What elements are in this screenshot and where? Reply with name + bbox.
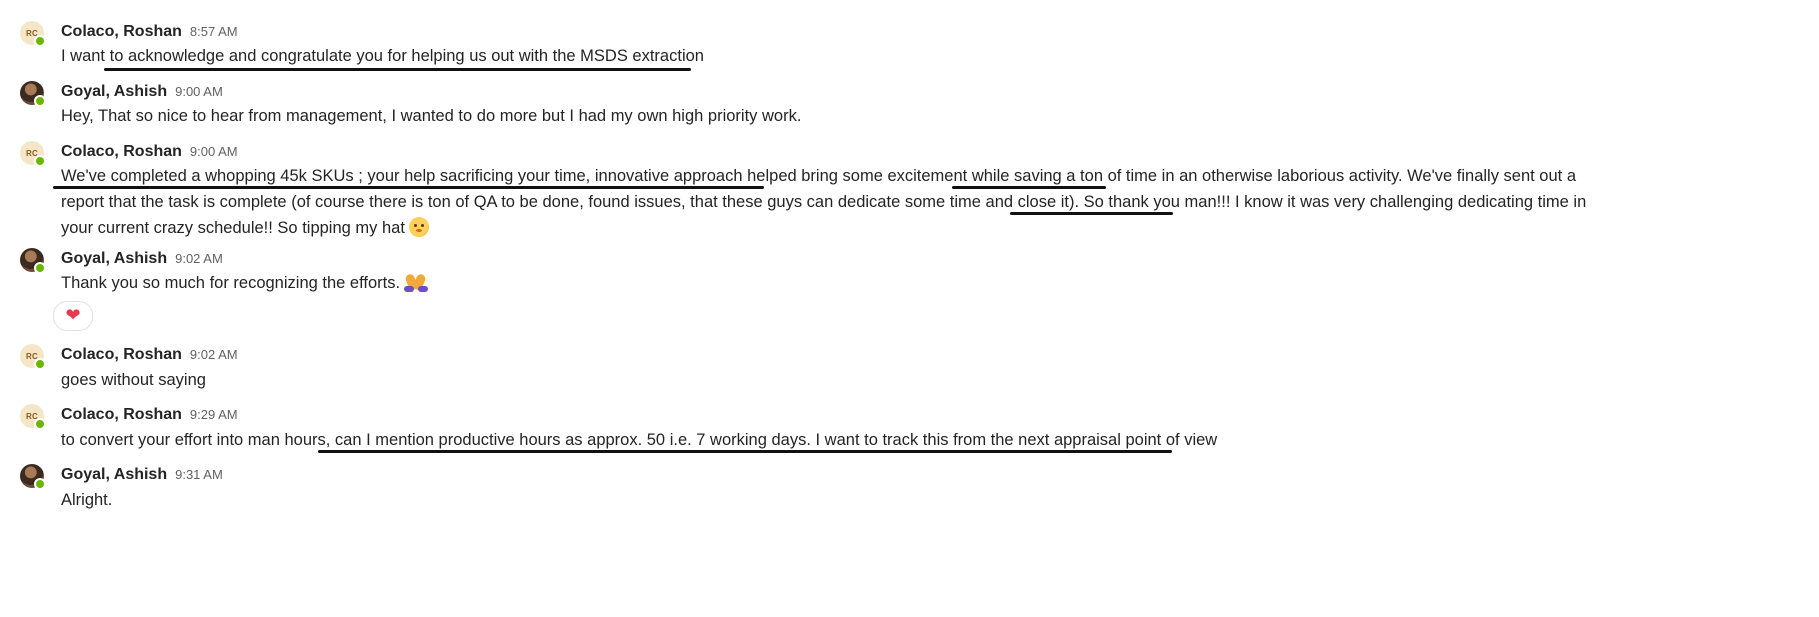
presence-available-icon (34, 95, 46, 107)
message-body: Hey, That so nice to hear from managemen… (61, 103, 801, 129)
avatar[interactable] (20, 248, 46, 274)
author-name[interactable]: Colaco, Roshan (61, 346, 182, 363)
heart-reaction-button[interactable]: ❤ (53, 301, 93, 331)
message-body: goes without saying (61, 367, 206, 393)
author-name[interactable]: Colaco, Roshan (61, 406, 182, 423)
avatar[interactable] (20, 81, 46, 107)
message-body: We've completed a whopping 45k SKUs ; yo… (61, 163, 1586, 241)
avatar[interactable]: RC (20, 344, 46, 370)
heart-icon: ❤ (65, 305, 81, 326)
message-body: I want to acknowledge and congratulate y… (61, 43, 704, 69)
message-header: Goyal, Ashish 9:02 AM (61, 250, 223, 268)
timestamp: 9:00 AM (175, 84, 223, 99)
author-name[interactable]: Goyal, Ashish (61, 83, 167, 100)
message-line: your current crazy schedule!! So tipping… (61, 219, 405, 237)
message-header: Goyal, Ashish 9:00 AM (61, 83, 223, 101)
author-name[interactable]: Goyal, Ashish (61, 250, 167, 267)
presence-available-icon (34, 358, 46, 370)
timestamp: 8:57 AM (189, 24, 238, 39)
author-name[interactable]: Colaco, Roshan (61, 143, 182, 160)
message-line-with-emoji: Thank you so much for recognizing the ef… (61, 270, 429, 296)
message-header: Colaco, Roshan 8:57 AM (61, 23, 238, 41)
message-body: Alright. (61, 487, 112, 513)
message-body: Thank you so much for recognizing the ef… (61, 270, 429, 296)
presence-available-icon (34, 35, 46, 47)
presence-available-icon (34, 155, 46, 167)
message-header: Colaco, Roshan 9:29 AM (61, 406, 238, 424)
presence-available-icon (34, 418, 46, 430)
message-line: I want to acknowledge and congratulate y… (61, 47, 704, 65)
message-line: Hey, That so nice to hear from managemen… (61, 107, 802, 125)
timestamp: 9:31 AM (175, 467, 223, 482)
avatar[interactable] (20, 464, 46, 490)
message-header: Goyal, Ashish 9:31 AM (61, 466, 223, 484)
message-line: goes without saying (61, 371, 206, 389)
timestamp: 9:29 AM (189, 407, 238, 422)
annotation-underline (104, 68, 691, 71)
message-header: Colaco, Roshan 9:02 AM (61, 346, 238, 364)
message-line: Alright. (61, 491, 113, 509)
avatar[interactable]: RC (20, 404, 46, 430)
annotation-underline (53, 186, 764, 189)
annotation-underline (952, 186, 1106, 189)
author-name[interactable]: Goyal, Ashish (61, 466, 167, 483)
folded-hands-emoji-icon (404, 272, 429, 292)
message-header: Colaco, Roshan 9:00 AM (61, 143, 238, 161)
timestamp: 9:02 AM (189, 347, 238, 362)
annotation-underline (318, 450, 1172, 453)
timestamp: 9:00 AM (189, 144, 238, 159)
presence-available-icon (34, 262, 46, 274)
presence-available-icon (34, 478, 46, 490)
message-line-with-emoji: your current crazy schedule!! So tipping… (61, 215, 1586, 241)
avatar[interactable]: RC (20, 21, 46, 47)
author-name[interactable]: Colaco, Roshan (61, 23, 182, 40)
message-line: Thank you so much for recognizing the ef… (61, 274, 401, 292)
annotation-underline (1010, 212, 1173, 215)
smiling-face-emoji-icon (408, 217, 429, 237)
avatar[interactable]: RC (20, 141, 46, 167)
message-line: report that the task is complete (of cou… (61, 193, 1587, 211)
timestamp: 9:02 AM (175, 251, 223, 266)
